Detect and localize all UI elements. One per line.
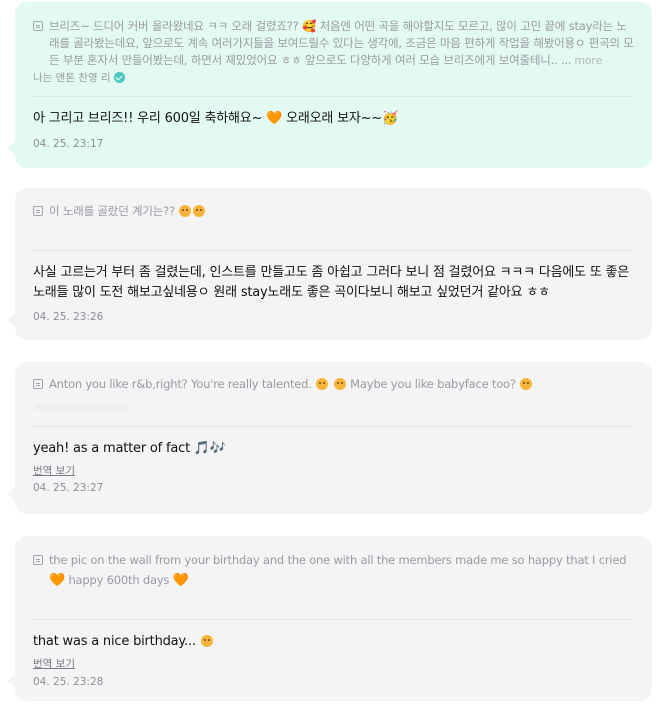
music-notes-icon: 🎵🎶 [193, 441, 226, 456]
reply-text: that was a nice birthday... [33, 632, 634, 652]
timestamp: 04. 25. 23:28 [33, 676, 104, 688]
quote-text: Anton you like r&b,right? You're really … [49, 377, 312, 391]
divider [33, 250, 634, 251]
quoted-fan-message[interactable]: 이 노래를 골랐던 계기는?? [33, 188, 634, 220]
quote-text-2: Maybe you like babyface too? [350, 377, 516, 391]
quote-text: 이 노래를 골랐던 계기는?? [49, 204, 175, 218]
divider [33, 426, 634, 427]
divider [33, 619, 634, 620]
reply-text: 사실 고르는거 부터 좀 걸렸는데, 인스트를 만들고도 좀 아쉽고 그러다 보… [33, 265, 630, 300]
heart-icon: 🧡 [172, 573, 189, 588]
quote-text-2: happy 600th days [68, 573, 170, 587]
reply-text: yeah! as a matter of fact 🎵🎶 [33, 441, 226, 456]
emoji-flushed-icon [200, 635, 213, 647]
message-bubble-1: 브리즈~ 드디어 커버 올라왔네요 ㅋㅋ 오래 걸렸죠?? 🥰 처음엔 어떤 곡… [7, 2, 652, 168]
message-bubble-4: the pic on the wall from your birthday a… [7, 536, 652, 701]
emoji-wink-icon [520, 378, 533, 390]
timestamp: 04. 25. 23:17 [33, 138, 104, 150]
bubble-tail [7, 140, 17, 156]
quoted-fan-message[interactable]: the pic on the wall from your birthday a… [33, 536, 634, 591]
quoted-fan-message[interactable]: Anton you like r&b,right? You're really … [33, 362, 634, 393]
message-bubble-3: Anton you like r&b,right? You're really … [7, 362, 652, 514]
quote-icon [33, 379, 43, 389]
timestamp: 04. 25. 23:26 [33, 311, 104, 323]
bubble-tail [7, 673, 17, 689]
translate-button[interactable]: 번역 보기 [33, 463, 75, 478]
heart-icon: 🧡 [49, 573, 65, 588]
timestamp: 04. 25. 23:27 [33, 482, 104, 494]
verified-badge-icon [113, 72, 125, 83]
quote-text: 브리즈~ 드디어 커버 올라왔네요 ㅋㅋ 오래 걸렸죠?? 🥰 처음엔 어떤 곡… [49, 19, 634, 67]
bubble-tail [7, 486, 17, 502]
bubble-tail [7, 312, 17, 328]
quoted-fan-message[interactable]: 브리즈~ 드디어 커버 올라왔네요 ㅋㅋ 오래 걸렸죠?? 🥰 처음엔 어떤 곡… [33, 2, 634, 69]
reply-text: 아 그리고 브리즈!! 우리 600일 축하해요~ 🧡 오래오래 보자~~🥳 [33, 111, 398, 126]
translate-button[interactable]: 번역 보기 [33, 656, 75, 671]
quote-text: the pic on the wall from your birthday a… [49, 553, 627, 567]
quote-icon [33, 206, 43, 216]
emoji-pleading-icon [316, 378, 329, 390]
emoji-flushed-icon [179, 205, 192, 217]
author-name: 나는 앤톤 찬영 리 [33, 72, 111, 84]
emoji-pleading-icon [333, 378, 346, 390]
more-link[interactable]: more [574, 54, 602, 67]
quote-icon [33, 555, 43, 565]
message-bubble-2: 이 노래를 골랐던 계기는?? 사실 고르는거 부터 좀 걸렸는데, 인스트를 … [7, 188, 652, 340]
blurred-author-bar [35, 404, 130, 411]
hidden-author [33, 396, 634, 415]
divider [33, 96, 634, 97]
heart-icon: 🧡 [266, 111, 283, 126]
quote-icon [33, 21, 43, 31]
quote-author: 나는 앤톤 찬영 리 [33, 70, 634, 85]
emoji-flushed-icon [193, 205, 206, 217]
